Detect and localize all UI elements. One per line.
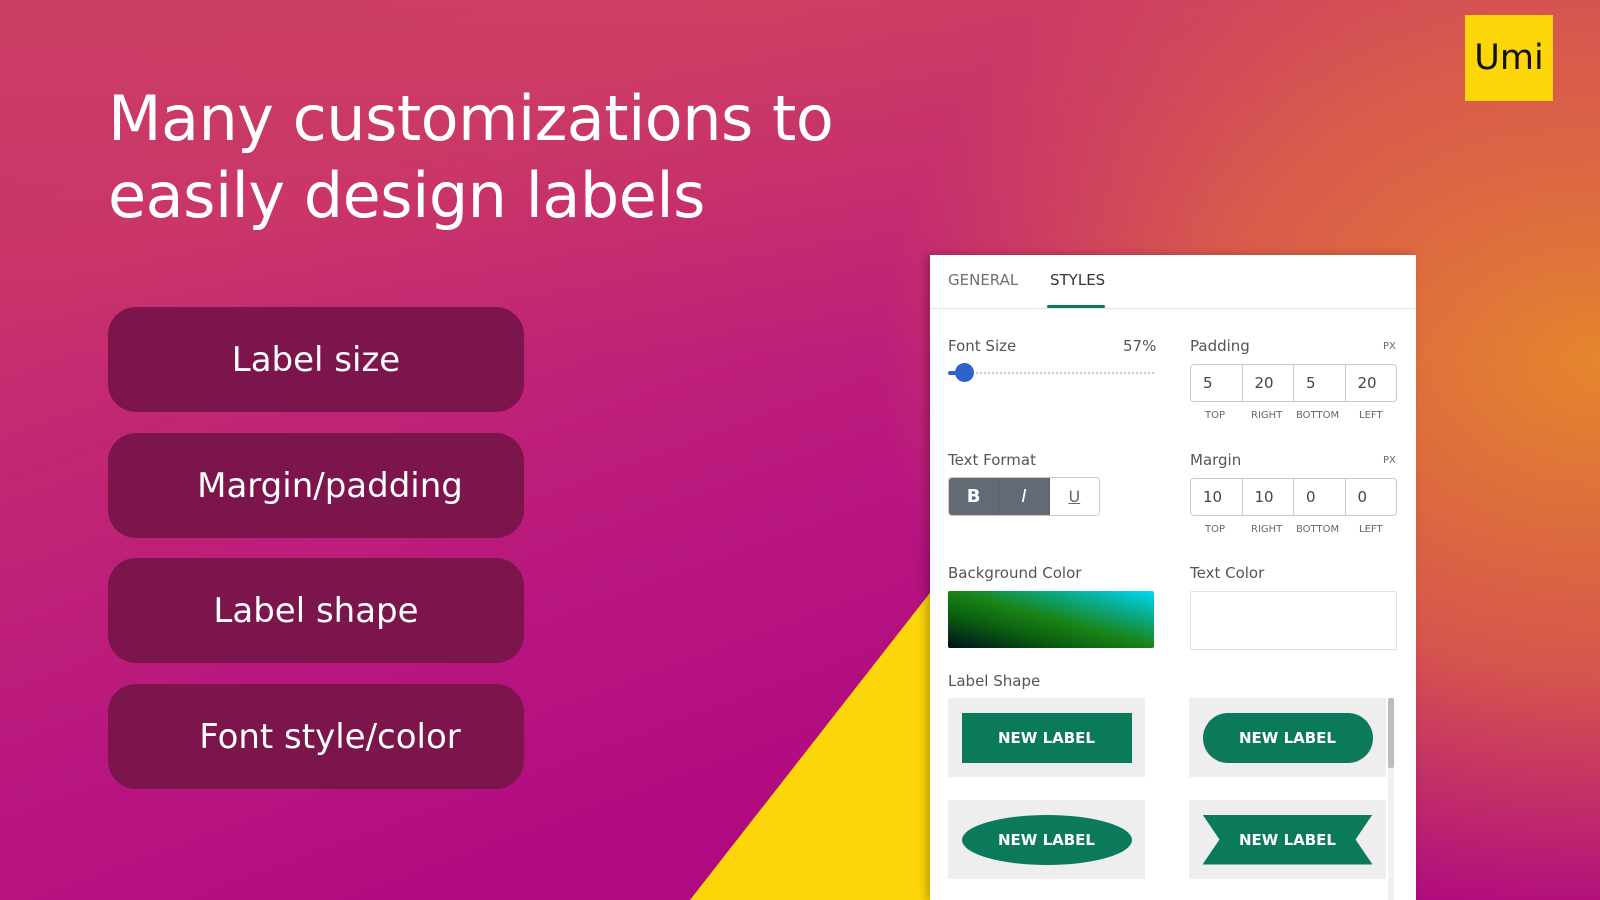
font-size-slider-track[interactable] bbox=[948, 372, 1154, 378]
umi-logo: Umi bbox=[1465, 15, 1553, 101]
padding-top-caption: TOP bbox=[1205, 410, 1226, 421]
font-size-label: Font Size bbox=[948, 337, 1017, 355]
underline-button[interactable]: U bbox=[1049, 478, 1099, 515]
feature-text: Font style/color bbox=[199, 716, 461, 757]
logo-text: Umi bbox=[1474, 38, 1544, 78]
feature-text: Label shape bbox=[213, 590, 419, 631]
padding-left-input[interactable]: 20 bbox=[1346, 365, 1397, 401]
text-color-label: Text Color bbox=[1190, 564, 1265, 582]
shape-option-ellipse[interactable]: NEW LABEL bbox=[948, 800, 1145, 879]
text-format-group: B I U bbox=[948, 477, 1100, 516]
text-format-label: Text Format bbox=[948, 451, 1036, 469]
feature-label-shape: Label shape bbox=[108, 558, 524, 663]
shape-preview-ribbon: NEW LABEL bbox=[1202, 814, 1373, 865]
feature-text: Margin/padding bbox=[197, 465, 463, 506]
margin-bottom-caption: BOTTOM bbox=[1296, 524, 1340, 535]
tab-styles[interactable]: STYLES bbox=[1050, 271, 1105, 289]
padding-bottom-input[interactable]: 5 bbox=[1294, 365, 1346, 401]
feature-margin-padding: Margin/padding bbox=[108, 433, 524, 538]
padding-right-input[interactable]: 20 bbox=[1243, 365, 1294, 401]
padding-right-caption: RIGHT bbox=[1251, 410, 1283, 421]
margin-inputs: 10 10 0 0 bbox=[1190, 478, 1397, 516]
active-tab-indicator bbox=[1047, 305, 1105, 308]
margin-bottom-input[interactable]: 0 bbox=[1294, 479, 1346, 515]
page-headline: Many customizations to easily design lab… bbox=[108, 80, 834, 234]
tab-bar: GENERAL STYLES bbox=[930, 255, 1416, 309]
feature-font-style-color: Font style/color bbox=[108, 684, 524, 789]
shape-preview-rounded: NEW LABEL bbox=[1202, 712, 1373, 763]
shape-option-rectangle[interactable]: NEW LABEL bbox=[948, 698, 1145, 777]
padding-top-input[interactable]: 5 bbox=[1191, 365, 1243, 401]
bold-button[interactable]: B bbox=[949, 478, 1000, 515]
tab-general[interactable]: GENERAL bbox=[948, 271, 1018, 289]
shape-list-scrollbar[interactable] bbox=[1388, 698, 1394, 768]
margin-unit: PX bbox=[1383, 455, 1396, 466]
margin-right-input[interactable]: 10 bbox=[1243, 479, 1294, 515]
feature-label-size: Label size bbox=[108, 307, 524, 412]
background-color-picker[interactable] bbox=[948, 591, 1154, 648]
margin-top-input[interactable]: 10 bbox=[1191, 479, 1243, 515]
background-color-label: Background Color bbox=[948, 564, 1082, 582]
shape-option-rounded[interactable]: NEW LABEL bbox=[1189, 698, 1386, 777]
font-size-value: 57% bbox=[1123, 337, 1157, 355]
margin-left-caption: LEFT bbox=[1359, 524, 1383, 535]
feature-text: Label size bbox=[231, 339, 401, 380]
padding-label: Padding bbox=[1190, 337, 1250, 355]
headline-line-2: easily design labels bbox=[108, 159, 705, 232]
styles-panel: GENERAL STYLES Font Size 57% Padding PX … bbox=[930, 255, 1416, 900]
italic-button[interactable]: I bbox=[999, 478, 1050, 515]
padding-left-caption: LEFT bbox=[1359, 410, 1383, 421]
label-shape-label: Label Shape bbox=[948, 672, 1041, 690]
text-color-picker[interactable] bbox=[1190, 591, 1397, 650]
shape-option-ribbon[interactable]: NEW LABEL bbox=[1189, 800, 1386, 879]
font-size-slider-handle[interactable] bbox=[955, 363, 975, 382]
shape-preview-rectangle: NEW LABEL bbox=[961, 712, 1132, 763]
shape-preview-ellipse: NEW LABEL bbox=[961, 814, 1132, 865]
margin-top-caption: TOP bbox=[1205, 524, 1226, 535]
padding-inputs: 5 20 5 20 bbox=[1190, 364, 1397, 402]
margin-left-input[interactable]: 0 bbox=[1346, 479, 1397, 515]
padding-unit: PX bbox=[1383, 341, 1396, 352]
margin-right-caption: RIGHT bbox=[1251, 524, 1283, 535]
margin-label: Margin bbox=[1190, 451, 1242, 469]
padding-bottom-caption: BOTTOM bbox=[1296, 410, 1340, 421]
headline-line-1: Many customizations to bbox=[108, 82, 834, 155]
